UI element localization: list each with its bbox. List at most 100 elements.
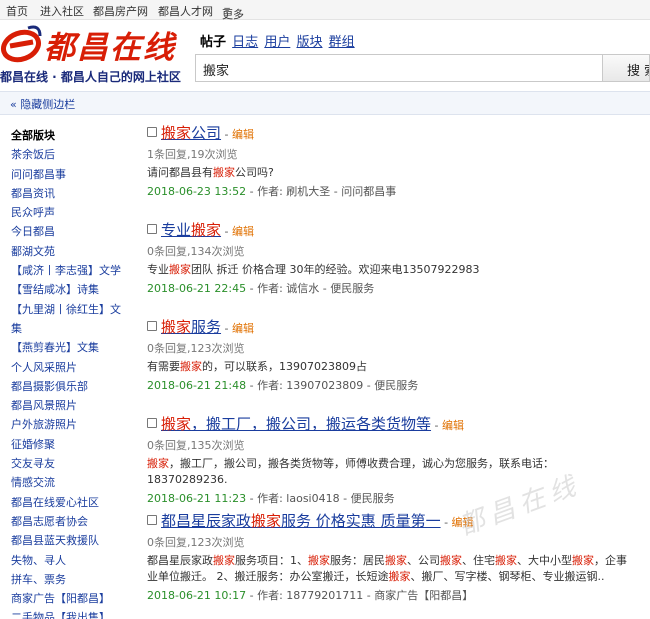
select-checkbox[interactable]	[147, 418, 157, 428]
author-link[interactable]: 诚信水	[286, 282, 319, 295]
tab-forums[interactable]: 版块	[296, 35, 322, 50]
thread-snippet: 请问都昌县有搬家公司吗?	[147, 165, 627, 181]
sidebar-item[interactable]: 今日都昌	[11, 222, 123, 241]
edit-link[interactable]: 编辑	[232, 225, 254, 238]
sidebar-toggle-bar: « 隐藏侧边栏	[0, 91, 650, 115]
author-link[interactable]: 13907023809	[286, 379, 363, 392]
sidebar-item[interactable]: 都昌志愿者协会	[11, 512, 123, 531]
thread-snippet: 专业搬家团队 拆迁 价格合理 30年的经验。欢迎来电13507922983	[147, 262, 627, 278]
keyword-highlight: 搬家	[440, 554, 462, 567]
search-button[interactable]: 搜 索	[602, 54, 650, 82]
thread-title-link[interactable]: 专业搬家	[161, 221, 221, 239]
snippet-text: 、住宅	[462, 554, 495, 567]
forum-link[interactable]: 商家广告【阳都昌】	[374, 589, 473, 602]
sidebar-item[interactable]: 拼车、票务	[11, 570, 123, 589]
sidebar-item[interactable]: 征婚修聚	[11, 435, 123, 454]
select-checkbox[interactable]	[147, 127, 157, 137]
nav-jobs[interactable]: 都昌人才网	[158, 3, 213, 19]
author-prefix: 作者:	[257, 589, 287, 602]
search-type-tabs: 帖子 日志 用户 版块 群组	[200, 31, 357, 50]
sidebar-item[interactable]: 都昌县蓝天救援队	[11, 531, 123, 550]
thread-meta: 2018-06-21 10:17 - 作者: 18779201711 - 商家广…	[147, 588, 627, 603]
thread-result: 专业搬家 - 编辑 0条回复,134次浏览 专业搬家团队 拆迁 价格合理 30年的…	[147, 221, 627, 296]
sidebar-item[interactable]: 民众呼声	[11, 203, 123, 222]
keyword-highlight: 搬家	[251, 512, 282, 530]
sidebar-item[interactable]: 失物、寻人	[11, 551, 123, 570]
sidebar-item[interactable]: 户外旅游照片	[11, 415, 123, 434]
sidebar-item[interactable]: 【咸济丨李志强】文学	[11, 261, 123, 280]
author-link[interactable]: laosi0418	[286, 492, 339, 505]
thread-title-link[interactable]: 搬家公司	[161, 124, 221, 142]
sidebar-item[interactable]: 鄱湖文苑	[11, 242, 123, 261]
site-slogan: 都昌在线 · 都昌人自己的网上社区	[0, 70, 181, 84]
meta-separator: -	[330, 185, 342, 198]
sidebar-item[interactable]: 都昌摄影俱乐部	[11, 377, 123, 396]
thread-title-link[interactable]: 都昌星辰家政搬家服务 价格实惠 质量第一	[161, 512, 441, 530]
snippet-text: 服务：居民	[330, 554, 385, 567]
sidebar-item[interactable]: 【燕剪春光】文集	[11, 338, 123, 357]
sidebar-item[interactable]: 商家广告【阳都昌】	[11, 589, 123, 608]
snippet-text: 公司吗?	[235, 166, 274, 179]
edit-separator: -	[440, 516, 452, 529]
sidebar-item[interactable]: 都昌风景照片	[11, 396, 123, 415]
site-logo[interactable]: 都昌在线	[0, 22, 200, 66]
post-date: 2018-06-21 10:17	[147, 589, 247, 602]
post-date: 2018-06-21 21:48	[147, 379, 247, 392]
edit-link[interactable]: 编辑	[232, 128, 254, 141]
title-text: 都昌星辰家政	[161, 512, 252, 530]
thread-meta: 2018-06-21 22:45 - 作者: 诚信水 - 便民服务	[147, 281, 627, 296]
sidebar-item[interactable]: 个人风采照片	[11, 358, 123, 377]
title-text: 公司	[191, 124, 222, 142]
keyword-highlight: 搬家	[308, 554, 330, 567]
select-checkbox[interactable]	[147, 321, 157, 331]
forum-link[interactable]: 问问都昌事	[341, 185, 396, 198]
sidebar-item[interactable]: 都昌在线爱心社区	[11, 493, 123, 512]
keyword-highlight: 搬家	[191, 221, 222, 239]
thread-stats: 0条回复,123次浏览	[147, 342, 245, 355]
forum-sidebar: 全部版块 茶余饭后 问问都昌事 都昌资讯 民众呼声 今日都昌 鄱湖文苑 【咸济丨…	[11, 126, 123, 619]
sidebar-item[interactable]: 都昌资讯	[11, 184, 123, 203]
keyword-highlight: 搬家	[161, 318, 192, 336]
logo-e-icon	[1, 25, 42, 63]
sidebar-item[interactable]: 【雪结咸冰】诗集	[11, 280, 123, 299]
search-input[interactable]: 搬家	[195, 54, 603, 82]
forum-link[interactable]: 便民服务	[330, 282, 374, 295]
meta-separator: -	[246, 282, 258, 295]
nav-community[interactable]: 进入社区	[40, 3, 84, 19]
keyword-highlight: 搬家	[572, 554, 594, 567]
thread-snippet: 都昌星辰家政搬家服务项目：1、搬家服务：居民搬家、公司搬家、住宅搬家、大中小型搬…	[147, 553, 627, 585]
snippet-text: 都昌星辰家政	[147, 554, 213, 567]
forum-link[interactable]: 便民服务	[374, 379, 418, 392]
forum-link[interactable]: 便民服务	[351, 492, 395, 505]
sidebar-item[interactable]: 情感交流	[11, 473, 123, 492]
author-prefix: 作者:	[257, 282, 287, 295]
thread-title-link[interactable]: 搬家服务	[161, 318, 221, 336]
tab-posts[interactable]: 帖子	[200, 35, 226, 50]
sidebar-item[interactable]: 交友寻友	[11, 454, 123, 473]
nav-home[interactable]: 首页	[6, 3, 28, 19]
sidebar-item[interactable]: 问问都昌事	[11, 165, 123, 184]
edit-control: - 编辑	[221, 322, 254, 335]
nav-housing[interactable]: 都昌房产网	[93, 3, 148, 19]
edit-link[interactable]: 编辑	[232, 322, 254, 335]
keyword-highlight: 搬家	[495, 554, 517, 567]
author-link[interactable]: 18779201711	[286, 589, 363, 602]
edit-link[interactable]: 编辑	[442, 419, 464, 432]
thread-stats: 0条回复,123次浏览	[147, 536, 245, 549]
tab-users[interactable]: 用户	[264, 35, 290, 50]
author-link[interactable]: 刷机大圣	[286, 185, 330, 198]
sidebar-title[interactable]: 全部版块	[11, 126, 123, 145]
thread-title-link[interactable]: 搬家，搬工厂，搬公司，搬运各类货物等	[161, 415, 431, 433]
tab-groups[interactable]: 群组	[329, 35, 355, 50]
thread-result: 搬家服务 - 编辑 0条回复,123次浏览 有需要搬家的，可以联系，13907023…	[147, 318, 627, 393]
sidebar-item[interactable]: 【九里湖丨徐红生】文集	[11, 300, 123, 339]
edit-control: - 编辑	[431, 419, 464, 432]
sidebar-item[interactable]: 茶余饭后	[11, 145, 123, 164]
sidebar-item[interactable]: 二手物品【我出售】	[11, 608, 123, 619]
hide-sidebar-link[interactable]: « 隐藏侧边栏	[10, 96, 75, 112]
tab-blogs[interactable]: 日志	[232, 35, 258, 50]
title-text: 服务	[191, 318, 222, 336]
snippet-text: 服务项目：1、	[235, 554, 308, 567]
select-checkbox[interactable]	[147, 515, 157, 525]
select-checkbox[interactable]	[147, 224, 157, 234]
